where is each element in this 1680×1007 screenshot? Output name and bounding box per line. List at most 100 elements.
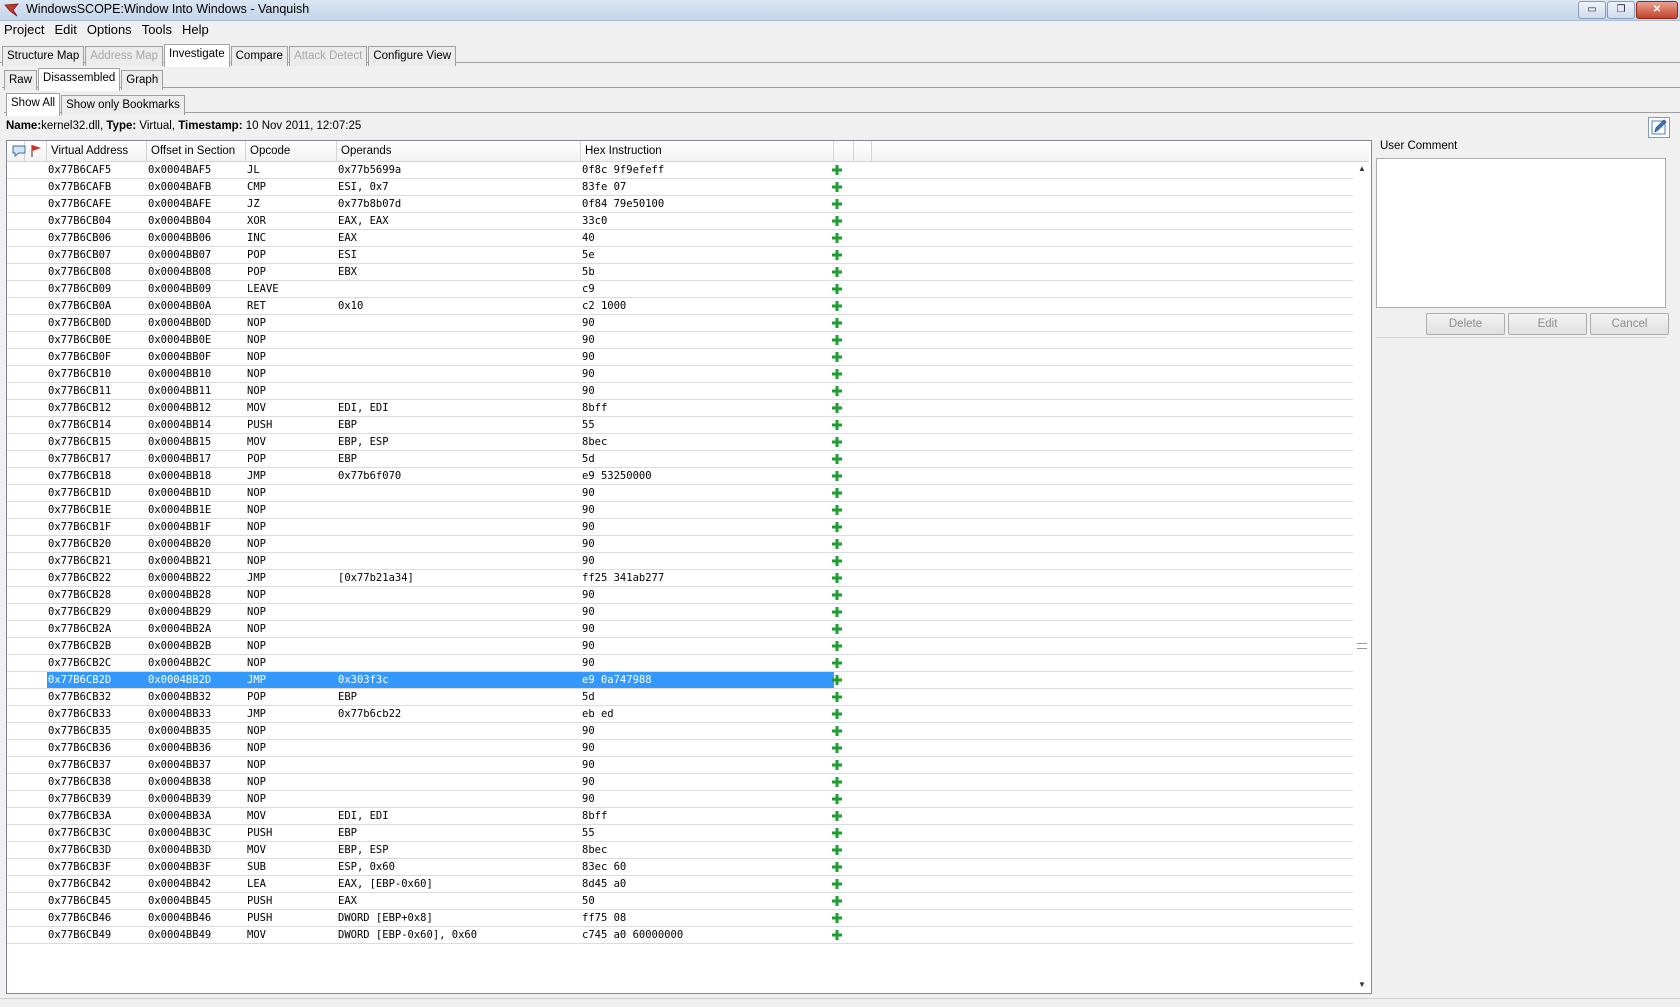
- add-comment-icon[interactable]: [831, 878, 843, 890]
- table-row[interactable]: 0x77B6CB36 0x0004BB36 NOP 90: [7, 740, 1353, 757]
- table-row[interactable]: 0x77B6CB1F 0x0004BB1F NOP 90: [7, 519, 1353, 536]
- add-comment-icon[interactable]: [831, 249, 843, 261]
- table-row[interactable]: 0x77B6CB21 0x0004BB21 NOP 90: [7, 553, 1353, 570]
- scroll-down-icon[interactable]: ▼: [1358, 980, 1366, 989]
- operands-header[interactable]: Operands: [337, 141, 581, 161]
- tab-disassembled[interactable]: Disassembled: [38, 68, 121, 91]
- add-comment-icon[interactable]: [831, 368, 843, 380]
- table-row[interactable]: 0x77B6CB2D 0x0004BB2D JMP 0x303f3c e9 0a7479…: [7, 672, 1353, 689]
- add-comment-icon[interactable]: [831, 266, 843, 278]
- add-comment-icon[interactable]: [831, 436, 843, 448]
- table-row[interactable]: 0x77B6CB0A 0x0004BB0A RET 0x10 c2 1000: [7, 298, 1353, 315]
- edit-comment-button[interactable]: [1648, 117, 1670, 138]
- close-button[interactable]: ✕: [1636, 1, 1678, 19]
- menu-tools[interactable]: Tools: [138, 21, 178, 39]
- table-row[interactable]: 0x77B6CB39 0x0004BB39 NOP 90: [7, 791, 1353, 808]
- table-row[interactable]: 0x77B6CB2B 0x0004BB2B NOP 90: [7, 638, 1353, 655]
- scroll-thumb-grip[interactable]: [1357, 643, 1367, 649]
- table-row[interactable]: 0x77B6CB2A 0x0004BB2A NOP 90: [7, 621, 1353, 638]
- table-row[interactable]: 0x77B6CB0D 0x0004BB0D NOP 90: [7, 315, 1353, 332]
- add-comment-icon[interactable]: [831, 317, 843, 329]
- table-row[interactable]: 0x77B6CB1D 0x0004BB1D NOP 90: [7, 485, 1353, 502]
- table-row[interactable]: 0x77B6CB12 0x0004BB12 MOV EDI, EDI 8bff: [7, 400, 1353, 417]
- table-row[interactable]: 0x77B6CB15 0x0004BB15 MOV EBP, ESP 8bec: [7, 434, 1353, 451]
- add-comment-icon[interactable]: [831, 215, 843, 227]
- add-comment-icon[interactable]: [831, 861, 843, 873]
- table-row[interactable]: 0x77B6CB38 0x0004BB38 NOP 90: [7, 774, 1353, 791]
- add-comment-icon[interactable]: [831, 555, 843, 567]
- add-comment-icon[interactable]: [831, 674, 843, 686]
- add-comment-icon[interactable]: [831, 470, 843, 482]
- add-comment-icon[interactable]: [831, 640, 843, 652]
- table-row[interactable]: 0x77B6CB3A 0x0004BB3A MOV EDI, EDI 8bff: [7, 808, 1353, 825]
- opcode-header[interactable]: Opcode: [246, 141, 337, 161]
- add-comment-icon[interactable]: [831, 351, 843, 363]
- vertical-scrollbar[interactable]: ▲ ▼: [1355, 162, 1369, 991]
- tab-show-all[interactable]: Show All: [6, 93, 61, 116]
- edit-button[interactable]: Edit: [1508, 313, 1587, 335]
- table-row[interactable]: 0x77B6CAF5 0x0004BAF5 JL 0x77b5699a 0f8c 9f9…: [7, 162, 1353, 179]
- hex-instruction-header[interactable]: Hex Instruction: [581, 141, 834, 161]
- table-row[interactable]: 0x77B6CB28 0x0004BB28 NOP 90: [7, 587, 1353, 604]
- add-comment-icon[interactable]: [831, 419, 843, 431]
- table-row[interactable]: 0x77B6CB3D 0x0004BB3D MOV EBP, ESP 8bec: [7, 842, 1353, 859]
- tab-raw[interactable]: Raw: [4, 70, 38, 90]
- menu-project[interactable]: Project: [0, 21, 50, 39]
- offset-in-section-header[interactable]: Offset in Section: [147, 141, 246, 161]
- add-comment-icon[interactable]: [831, 929, 843, 941]
- add-comment-icon[interactable]: [831, 181, 843, 193]
- scroll-up-icon[interactable]: ▲: [1358, 164, 1366, 173]
- table-row[interactable]: 0x77B6CB35 0x0004BB35 NOP 90: [7, 723, 1353, 740]
- table-row[interactable]: 0x77B6CB3F 0x0004BB3F SUB ESP, 0x60 83ec 60: [7, 859, 1353, 876]
- add-comment-icon[interactable]: [831, 776, 843, 788]
- table-row[interactable]: 0x77B6CAFE 0x0004BAFE JZ 0x77b8b07d 0f84 79e…: [7, 196, 1353, 213]
- table-row[interactable]: 0x77B6CB46 0x0004BB46 PUSH DWORD [EBP+0x8] f…: [7, 910, 1353, 927]
- add-comment-icon[interactable]: [831, 691, 843, 703]
- table-row[interactable]: 0x77B6CB37 0x0004BB37 NOP 90: [7, 757, 1353, 774]
- table-row[interactable]: 0x77B6CB17 0x0004BB17 POP EBP 5d: [7, 451, 1353, 468]
- table-row[interactable]: 0x77B6CB32 0x0004BB32 POP EBP 5d: [7, 689, 1353, 706]
- table-row[interactable]: 0x77B6CAFB 0x0004BAFB CMP ESI, 0x7 83fe 07: [7, 179, 1353, 196]
- add-comment-icon[interactable]: [831, 759, 843, 771]
- add-comment-icon[interactable]: [831, 572, 843, 584]
- delete-button[interactable]: Delete: [1426, 313, 1505, 335]
- add-comment-icon[interactable]: [831, 844, 843, 856]
- add-comment-icon[interactable]: [831, 453, 843, 465]
- table-row[interactable]: 0x77B6CB08 0x0004BB08 POP EBX 5b: [7, 264, 1353, 281]
- add-comment-icon[interactable]: [831, 402, 843, 414]
- tab-show-only-bookmarks[interactable]: Show only Bookmarks: [61, 95, 185, 115]
- add-comment-icon[interactable]: [831, 164, 843, 176]
- table-row[interactable]: 0x77B6CB45 0x0004BB45 PUSH EAX 50: [7, 893, 1353, 910]
- tab-investigate[interactable]: Investigate: [164, 44, 230, 67]
- add-comment-icon[interactable]: [831, 912, 843, 924]
- add-comment-icon[interactable]: [831, 334, 843, 346]
- table-row[interactable]: 0x77B6CB49 0x0004BB49 MOV DWORD [EBP-0x60],…: [7, 927, 1353, 944]
- table-row[interactable]: 0x77B6CB0F 0x0004BB0F NOP 90: [7, 349, 1353, 366]
- add-comment-icon[interactable]: [831, 589, 843, 601]
- table-row[interactable]: 0x77B6CB20 0x0004BB20 NOP 90: [7, 536, 1353, 553]
- table-row[interactable]: 0x77B6CB33 0x0004BB33 JMP 0x77b6cb22 eb ed: [7, 706, 1353, 723]
- add-comment-icon[interactable]: [831, 487, 843, 499]
- menu-edit[interactable]: Edit: [50, 21, 82, 39]
- add-comment-icon[interactable]: [831, 521, 843, 533]
- table-row[interactable]: 0x77B6CB09 0x0004BB09 LEAVE c9: [7, 281, 1353, 298]
- table-row[interactable]: 0x77B6CB14 0x0004BB14 PUSH EBP 55: [7, 417, 1353, 434]
- add-comment-icon[interactable]: [831, 657, 843, 669]
- add-comment-icon[interactable]: [831, 283, 843, 295]
- add-comment-icon[interactable]: [831, 895, 843, 907]
- user-comment-textarea[interactable]: [1376, 158, 1666, 308]
- tab-configure-view[interactable]: Configure View: [368, 46, 457, 66]
- cancel-button[interactable]: Cancel: [1590, 313, 1669, 335]
- add-comment-icon[interactable]: [831, 725, 843, 737]
- restore-button[interactable]: ❐: [1607, 1, 1635, 19]
- add-comment-icon[interactable]: [831, 793, 843, 805]
- add-comment-icon[interactable]: [831, 742, 843, 754]
- menu-options[interactable]: Options: [83, 21, 138, 39]
- virtual-address-header[interactable]: Virtual Address: [47, 141, 147, 161]
- table-row[interactable]: 0x77B6CB18 0x0004BB18 JMP 0x77b6f070 e9 5325…: [7, 468, 1353, 485]
- table-row[interactable]: 0x77B6CB10 0x0004BB10 NOP 90: [7, 366, 1353, 383]
- tab-structure-map[interactable]: Structure Map: [2, 46, 85, 66]
- add-comment-icon[interactable]: [831, 198, 843, 210]
- add-comment-icon[interactable]: [831, 606, 843, 618]
- bookmark-column-header[interactable]: [25, 141, 47, 161]
